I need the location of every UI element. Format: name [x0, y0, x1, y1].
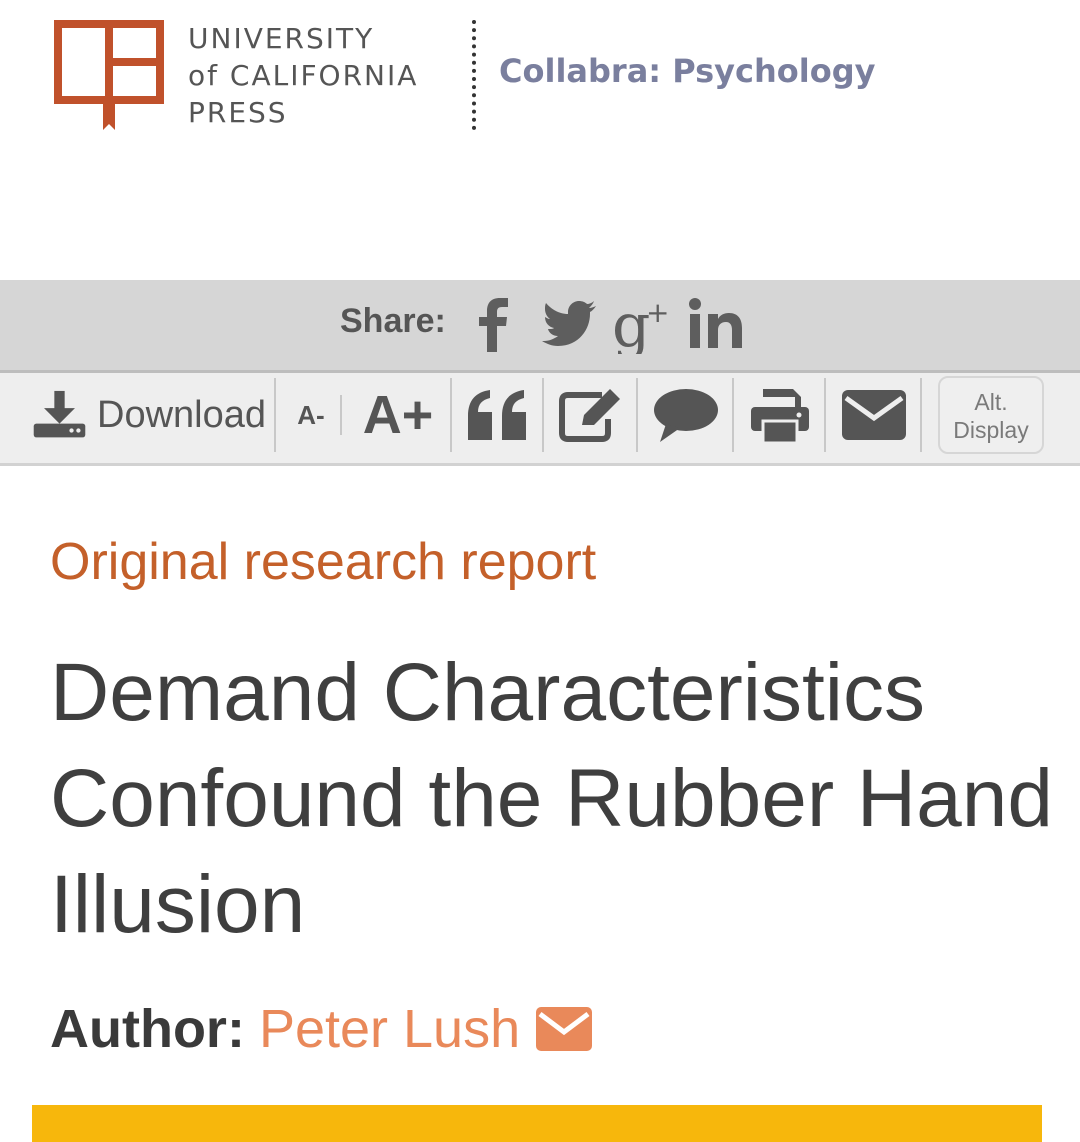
toolbar-divider	[274, 378, 276, 452]
share-label: Share:	[340, 302, 446, 340]
alt-display-button[interactable]: Alt. Display	[938, 376, 1044, 454]
facebook-icon[interactable]	[474, 292, 514, 354]
toolbar-divider	[542, 378, 544, 452]
alt-display-line-1: Alt.	[974, 389, 1008, 415]
toolbar-divider	[824, 378, 826, 452]
author-name-link[interactable]: Peter Lush	[259, 998, 520, 1060]
publisher-line-2: of CALIFORNIA	[188, 59, 419, 92]
toolbar-divider	[636, 378, 638, 452]
toolbar-divider	[450, 378, 452, 452]
comment-button[interactable]	[644, 376, 728, 454]
email-button[interactable]	[832, 376, 916, 454]
author-email-icon[interactable]	[534, 1005, 594, 1053]
toolbar-divider	[340, 395, 342, 435]
comment-icon	[654, 389, 718, 442]
linkedin-icon[interactable]	[686, 292, 746, 354]
email-icon	[842, 390, 906, 440]
publisher-name[interactable]: UNIVERSITY of CALIFORNIA PRESS	[188, 20, 418, 131]
author-label: Author:	[50, 999, 245, 1059]
annotate-button[interactable]	[550, 376, 632, 454]
cite-button[interactable]	[456, 376, 540, 454]
author-line: Author: Peter Lush	[50, 998, 594, 1060]
article-title: Demand Characteristics Confound the Rubb…	[50, 647, 1053, 950]
svg-text:g: g	[612, 292, 650, 354]
print-icon	[751, 389, 809, 445]
twitter-icon[interactable]	[538, 292, 600, 354]
svg-text:+: +	[646, 296, 669, 329]
publisher-line-3: PRESS	[188, 96, 288, 129]
toolbar-divider	[920, 378, 922, 452]
ucp-logo-icon[interactable]	[54, 20, 164, 132]
header-divider	[472, 20, 476, 130]
quote-icon	[468, 390, 526, 440]
google-plus-icon[interactable]: g +	[612, 292, 672, 354]
article-type: Original research report	[50, 533, 597, 591]
download-button[interactable]: Download	[32, 376, 266, 454]
download-icon	[33, 390, 86, 438]
font-increase-label: A+	[362, 385, 434, 445]
font-decrease-label: A-	[297, 399, 325, 430]
publisher-line-1: UNIVERSITY	[188, 22, 375, 55]
edit-icon	[559, 389, 620, 442]
journal-title[interactable]: Collabra: Psychology	[499, 52, 875, 90]
font-decrease-button[interactable]: A-	[284, 376, 338, 454]
font-increase-button[interactable]: A+	[350, 376, 446, 454]
alt-display-line-2: Display	[953, 417, 1029, 443]
toolbar-divider	[732, 378, 734, 452]
download-label: Download	[97, 393, 266, 436]
banner-bar	[32, 1105, 1042, 1142]
print-button[interactable]	[740, 376, 820, 454]
